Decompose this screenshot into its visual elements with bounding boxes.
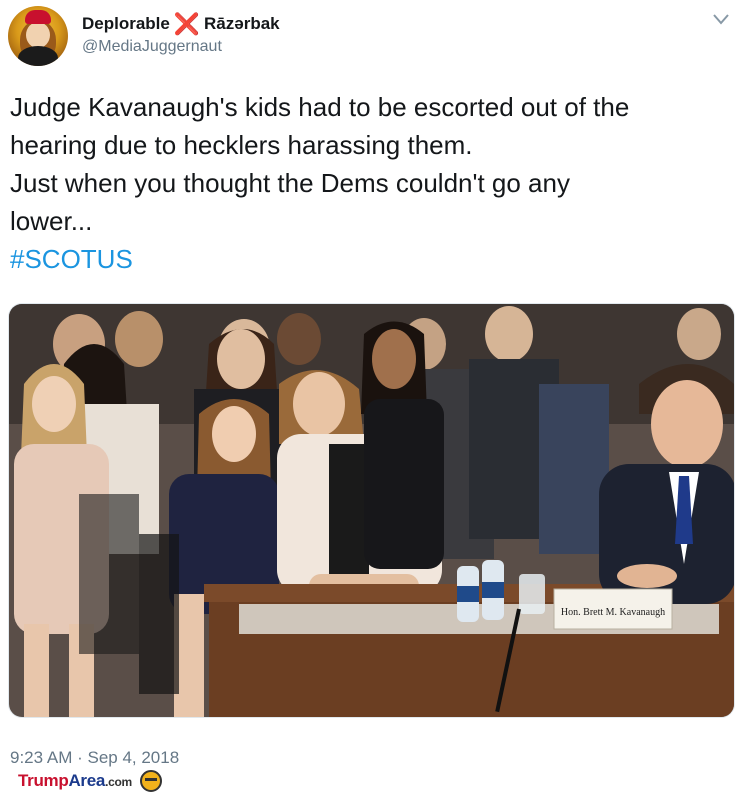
avatar-hat <box>25 10 51 24</box>
display-name-suffix[interactable]: Rāzərbak <box>204 14 280 34</box>
tweet-text: Judge Kavanaugh's kids had to be escorte… <box>10 88 725 278</box>
chevron-down-icon[interactable] <box>712 12 730 26</box>
hashtag-link[interactable]: #SCOTUS <box>10 240 725 278</box>
nameplate-text: Hon. Brett M. Kavanaugh <box>561 607 665 618</box>
tweet-timestamp[interactable]: 9:23 AM · Sep 4, 2018 <box>10 748 179 768</box>
user-handle[interactable]: @MediaJuggernaut <box>82 38 222 56</box>
watermark-logo: TrumpArea.com <box>18 770 162 792</box>
watermark-text: TrumpArea.com <box>18 771 132 791</box>
avatar[interactable] <box>8 6 68 66</box>
x-emoji-icon: ❌ <box>173 12 201 36</box>
watermark-area: Area <box>68 771 106 790</box>
tweet-text-line: Judge Kavanaugh's kids had to be escorte… <box>10 92 630 122</box>
watermark-trump: Trump <box>18 771 69 790</box>
author-name-row[interactable]: Deplorable ❌ Rāzərbak <box>82 12 280 36</box>
avatar-face <box>26 22 50 48</box>
tweet-text-line: lower... <box>10 206 93 236</box>
avatar-body <box>18 46 58 66</box>
tweet-photo[interactable]: Hon. Brett M. Kavanaugh <box>8 303 735 718</box>
hearing-photo: Hon. Brett M. Kavanaugh <box>9 304 734 717</box>
watermark-domain: .com <box>105 775 132 789</box>
tweet-text-line: hearing due to hecklers harassing them. <box>10 130 473 160</box>
watermark-face-icon <box>139 770 162 792</box>
tweet-text-line: Just when you thought the Dems couldn't … <box>10 168 570 198</box>
display-name[interactable]: Deplorable <box>82 14 170 34</box>
